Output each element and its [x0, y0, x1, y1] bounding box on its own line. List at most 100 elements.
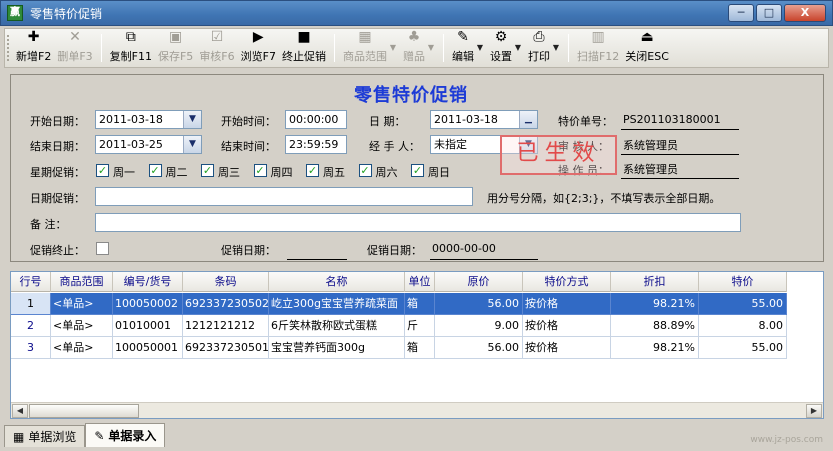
cell-name[interactable]: 屹立300g宝宝营养疏菜面	[269, 293, 405, 315]
end-time-field[interactable]: 23:59:59	[285, 135, 347, 154]
weekday-checkbox[interactable]: ✓	[306, 164, 319, 177]
cell-range[interactable]: <单品>	[51, 337, 113, 359]
horizontal-scrollbar[interactable]: ◀ ▶	[11, 402, 823, 418]
scroll-left-icon[interactable]: ◀	[12, 404, 28, 418]
remark-input[interactable]	[95, 213, 741, 232]
column-header[interactable]: 原价	[435, 272, 523, 292]
toolbar-button-5: ☑ 审核F6	[196, 29, 237, 67]
column-header[interactable]: 特价	[699, 272, 787, 292]
dropdown-arrow-icon[interactable]: ▼	[477, 43, 483, 52]
weekday-label-text: 周一	[113, 166, 135, 179]
dropdown-arrow-icon[interactable]: ▼	[428, 43, 434, 52]
cell-no[interactable]: 3	[11, 337, 51, 359]
table-row[interactable]: 2 <单品> 01010001 1212121212 6斤笑林散称欧式蛋糕斤 9.00 按价…	[11, 315, 787, 337]
start-date-dropdown-icon[interactable]: ▼	[183, 111, 201, 128]
toolbar-button-4: ▣ 保存F5	[155, 29, 196, 67]
print-icon: ⎙	[533, 29, 545, 45]
tab-label: 单据浏览	[28, 430, 77, 444]
table-row[interactable]: 3 <单品> 100050001 6923372305013 宝宝营养钙面300g 箱 56…	[11, 337, 787, 359]
reviewer-value: 系统管理员	[623, 139, 678, 152]
doc-no-value: PS201103180001	[623, 113, 721, 126]
toolbar-button-8: ▦ 商品范围 ▼	[340, 29, 396, 67]
cell-name[interactable]: 6斤笑林散称欧式蛋糕	[269, 315, 405, 337]
scroll-thumb[interactable]	[29, 404, 139, 418]
cell-name[interactable]: 宝宝营养钙面300g	[269, 337, 405, 359]
detail-grid: 行号 商品范围 编号/货号 条码 名称 单位 原价 特价方式 折扣 特价 1 <单品> 1000500…	[10, 271, 824, 419]
toolbar-label: 赠品	[402, 50, 425, 63]
cell-unit[interactable]: 斤	[405, 315, 435, 337]
cell-method[interactable]: 按价格	[523, 293, 611, 315]
cell-discount[interactable]: 88.89%	[611, 315, 699, 337]
cell-code[interactable]: 01010001	[113, 315, 183, 337]
operator-value: 系统管理员	[623, 163, 678, 176]
column-header[interactable]: 折扣	[611, 272, 699, 292]
date-promo-input[interactable]	[95, 187, 473, 206]
start-time-field[interactable]: 00:00:00	[285, 110, 347, 129]
cell-orig[interactable]: 9.00	[435, 315, 523, 337]
tab-1[interactable]: ▦ 单据浏览	[4, 425, 86, 447]
column-header[interactable]: 特价方式	[523, 272, 611, 292]
table-row[interactable]: 1 <单品> 100050002 6923372305020 屹立300g宝宝营养疏菜面…	[11, 293, 787, 315]
cell-discount[interactable]: 98.21%	[611, 337, 699, 359]
cell-discount[interactable]: 98.21%	[611, 293, 699, 315]
cell-orig[interactable]: 56.00	[435, 337, 523, 359]
column-header[interactable]: 条码	[183, 272, 269, 292]
new-doc-icon: ✚	[27, 29, 40, 45]
cell-price[interactable]: 55.00	[699, 293, 787, 315]
weekday-checkbox[interactable]: ✓	[201, 164, 214, 177]
date-dropdown-icon[interactable]: ▁	[519, 111, 537, 128]
toolbar-button-7[interactable]: ■ 终止促销	[279, 29, 329, 67]
toolbar-button-6[interactable]: ▶ 浏览F7	[238, 29, 279, 67]
scroll-right-icon[interactable]: ▶	[806, 404, 822, 418]
remark-label: 备 注：	[30, 218, 67, 231]
cell-price[interactable]: 8.00	[699, 315, 787, 337]
cell-barcode[interactable]: 6923372305013	[183, 337, 269, 359]
cell-unit[interactable]: 箱	[405, 293, 435, 315]
toolbar-button-11[interactable]: ⚙ 设置 ▼	[487, 29, 521, 67]
end-date-dropdown-icon[interactable]: ▼	[183, 136, 201, 153]
start-date-field[interactable]: 2011-03-18 ▼	[95, 110, 202, 129]
toolbar-label: 打印	[527, 50, 550, 63]
toolbar-button-14[interactable]: ⏏ 关闭ESC	[622, 29, 672, 67]
column-header[interactable]: 单位	[405, 272, 435, 292]
cell-code[interactable]: 100050001	[113, 337, 183, 359]
dropdown-arrow-icon[interactable]: ▼	[553, 43, 559, 52]
toolbar-button-1[interactable]: ✚ 新增F2	[13, 29, 54, 67]
close-window-button[interactable]: X	[784, 4, 826, 22]
date-field[interactable]: 2011-03-18 ▁	[430, 110, 538, 129]
column-header[interactable]: 行号	[11, 272, 51, 292]
cell-code[interactable]: 100050002	[113, 293, 183, 315]
column-header[interactable]: 商品范围	[51, 272, 113, 292]
toolbar-button-10[interactable]: ✎ 编辑 ▼	[449, 29, 483, 67]
column-header[interactable]: 名称	[269, 272, 405, 292]
toolbar-button-3[interactable]: ⧉ 复制F11	[107, 29, 155, 67]
toolbar-button-12[interactable]: ⎙ 打印 ▼	[525, 29, 559, 67]
tab-2[interactable]: ✎ 单据录入	[85, 423, 166, 447]
promo-end-checkbox[interactable]: ✓	[96, 242, 109, 255]
toolbar-button-13: ▥ 扫描F12	[574, 29, 622, 67]
cell-price[interactable]: 55.00	[699, 337, 787, 359]
cell-method[interactable]: 按价格	[523, 315, 611, 337]
cell-unit[interactable]: 箱	[405, 337, 435, 359]
weekday-checkbox[interactable]: ✓	[148, 164, 162, 177]
cell-orig[interactable]: 56.00	[435, 293, 523, 315]
save-icon: ▣	[169, 29, 183, 45]
minimize-button[interactable]: ─	[728, 4, 754, 22]
cell-method[interactable]: 按价格	[523, 337, 611, 359]
weekday-checkbox[interactable]: ✓	[96, 164, 109, 177]
window-title: 零售特价促销	[30, 6, 103, 21]
dropdown-arrow-icon[interactable]: ▼	[515, 43, 521, 52]
cell-range[interactable]: <单品>	[51, 315, 113, 337]
cell-range[interactable]: <单品>	[51, 293, 113, 315]
weekday-checkbox[interactable]: ✓	[358, 164, 372, 177]
cell-no[interactable]: 2	[11, 315, 51, 337]
dropdown-arrow-icon[interactable]: ▼	[390, 43, 396, 52]
cell-barcode[interactable]: 1212121212	[183, 315, 269, 337]
weekday-checkbox[interactable]: ✓	[253, 164, 267, 177]
column-header[interactable]: 编号/货号	[113, 272, 183, 292]
end-date-field[interactable]: 2011-03-25 ▼	[95, 135, 202, 154]
cell-barcode[interactable]: 6923372305020	[183, 293, 269, 315]
cell-no[interactable]: 1	[11, 293, 51, 315]
maximize-button[interactable]: □	[756, 4, 782, 22]
weekday-checkbox[interactable]: ✓	[411, 164, 424, 177]
